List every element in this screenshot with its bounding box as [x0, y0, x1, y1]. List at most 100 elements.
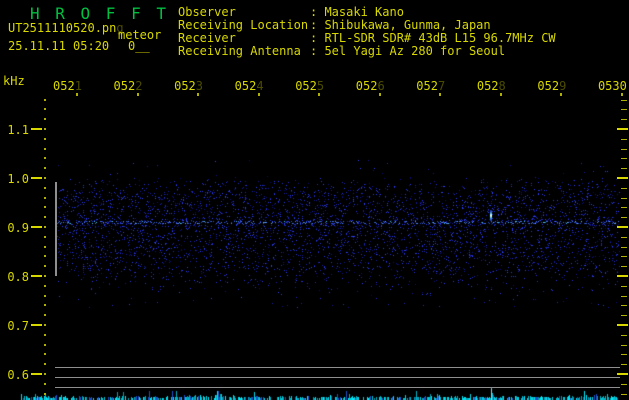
freq-minor-tick-right: [621, 109, 627, 110]
freq-minor-tick-right: [621, 256, 627, 257]
time-minute-tick: [620, 93, 623, 96]
freq-minor-tick-left: [44, 295, 46, 297]
baseline-line: [55, 377, 620, 378]
freq-minor-tick-left: [44, 304, 46, 306]
hrofft-screen: H R O F F T UT2511110520.png meteor 25.1…: [0, 0, 629, 400]
time-tick-tail: 0: [619, 79, 627, 93]
time-tick-tail: 4: [256, 79, 264, 93]
freq-minor-tick-left: [44, 128, 46, 130]
time-tick-tail: 6: [377, 79, 385, 93]
freq-major-tick-left: [31, 177, 42, 179]
spectrogram-canvas: [0, 0, 629, 400]
freq-minor-tick-left: [44, 118, 46, 120]
echo-range-marker: [55, 182, 57, 276]
time-minute-tick: [499, 93, 502, 96]
time-tick-label: 0524: [235, 79, 264, 93]
freq-minor-tick-left: [44, 187, 46, 189]
time-tick-head: 052: [416, 79, 438, 93]
freq-major-tick-left: [31, 128, 42, 130]
freq-minor-tick-left: [44, 275, 46, 277]
info-row-antenna: Receiving Antenna: 5el Yagi Az 280 for S…: [178, 44, 556, 58]
freq-minor-tick-right: [621, 247, 627, 248]
freq-tick-label: 0.7: [7, 319, 29, 333]
freq-minor-tick-left: [44, 226, 46, 228]
capture-datetime: 25.11.11 05:20: [8, 39, 110, 53]
time-tick-tail: 1: [74, 79, 82, 93]
freq-minor-tick-left: [44, 393, 46, 395]
time-tick-label: 0522: [114, 79, 143, 93]
freq-minor-tick-right: [621, 384, 627, 385]
freq-minor-tick-left: [44, 177, 46, 179]
freq-minor-tick-right: [621, 305, 627, 306]
freq-minor-tick-left: [44, 324, 46, 326]
time-tick-label: 0525: [295, 79, 324, 93]
freq-major-tick-right: [617, 226, 628, 228]
time-tick-label: 0523: [174, 79, 203, 93]
time-tick-tail: 3: [195, 79, 204, 93]
freq-major-tick-right: [617, 128, 628, 130]
time-tick-head: 052: [355, 79, 378, 93]
info-value: Shibukawa, Gunma, Japan: [324, 18, 491, 32]
time-tick-head: 052: [174, 79, 196, 93]
time-tick-tail: 5: [316, 79, 325, 93]
freq-major-tick-right: [617, 324, 628, 326]
info-row-observer: Observer: Masaki Kano: [178, 5, 556, 19]
freq-minor-tick-right: [621, 139, 627, 140]
freq-minor-tick-right: [621, 266, 627, 267]
time-tick-head: 052: [53, 79, 75, 93]
time-tick-tail: 8: [498, 79, 506, 93]
time-tick-head: 053: [597, 79, 620, 93]
freq-minor-tick-right: [621, 345, 627, 346]
time-tick-head: 052: [295, 79, 317, 93]
time-tick-label: 0521: [53, 79, 82, 93]
freq-minor-tick-right: [621, 237, 627, 238]
freq-minor-tick-left: [44, 265, 46, 267]
time-minute-tick: [197, 93, 200, 96]
capture-filename: UT2511110520.png: [8, 22, 124, 34]
time-minute-tick: [257, 93, 260, 96]
freq-minor-tick-left: [44, 197, 46, 199]
baseline-line: [55, 387, 620, 388]
freq-minor-tick-left: [44, 334, 46, 336]
freq-major-tick-left: [31, 373, 42, 375]
time-tick-head: 052: [234, 79, 257, 93]
freq-tick-label: 0.6: [7, 368, 29, 382]
freq-minor-tick-right: [621, 168, 627, 169]
freq-minor-tick-left: [44, 148, 46, 150]
capture-filename-text: UT2511110520.pn: [8, 21, 117, 35]
time-minute-tick: [439, 93, 442, 96]
freq-minor-tick-left: [44, 216, 46, 218]
freq-minor-tick-left: [44, 314, 46, 316]
freq-major-tick-left: [31, 324, 42, 326]
info-label: Receiving Location: [178, 18, 309, 32]
freq-tick-label: 0.9: [7, 221, 29, 235]
info-separator: :: [310, 5, 325, 19]
info-separator: :: [310, 18, 325, 32]
freq-tick-label: 1.1: [7, 123, 29, 137]
freq-minor-tick-right: [621, 100, 627, 101]
time-minute-tick: [76, 93, 78, 96]
info-row-receiver: Receiver: RTL-SDR SDR# 43dB L15 96.7MHz …: [178, 31, 556, 45]
freq-minor-tick-right: [621, 217, 627, 218]
freq-minor-tick-left: [44, 344, 46, 346]
time-minute-tick: [560, 93, 563, 96]
time-tick-tail: 7: [437, 79, 446, 93]
freq-minor-tick-left: [44, 138, 46, 140]
info-value: RTL-SDR SDR# 43dB L15 96.7MHz CW: [324, 31, 556, 45]
freq-axis-unit: kHz: [3, 74, 25, 88]
info-separator: :: [310, 44, 325, 58]
time-minute-tick: [378, 93, 381, 96]
freq-minor-tick-right: [621, 394, 627, 395]
freq-minor-tick-right: [621, 188, 627, 189]
time-tick-label: 0530: [598, 79, 627, 93]
time-tick-label: 0527: [416, 79, 445, 93]
station-info: Observer: Masaki Kano Receiving Location…: [178, 5, 556, 58]
freq-minor-tick-right: [621, 198, 627, 199]
freq-minor-tick-right: [621, 149, 627, 150]
time-tick-head: 052: [537, 79, 560, 93]
time-minute-tick: [136, 93, 139, 96]
time-tick-label: 0526: [356, 79, 385, 93]
freq-minor-tick-left: [44, 353, 46, 355]
freq-tick-label: 1.0: [7, 172, 29, 186]
baseline-line: [55, 367, 620, 368]
